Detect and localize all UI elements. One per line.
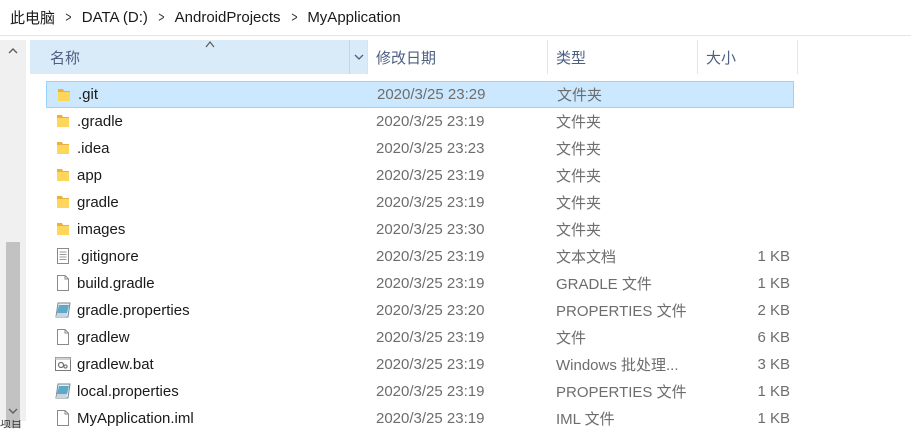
file-name: gradlew.bat bbox=[77, 356, 154, 373]
file-row[interactable]: .gitignore 2020/3/25 23:19 文本文档 1 KB bbox=[46, 243, 794, 270]
file-modified-date: 2020/3/25 23:19 bbox=[376, 113, 485, 130]
file-type: 文件夹 bbox=[557, 87, 603, 104]
breadcrumb-drive[interactable]: DATA (D:) bbox=[82, 9, 148, 26]
column-header: 名称 修改日期 类型 大小 bbox=[26, 40, 911, 74]
file-type: PROPERTIES 文件 bbox=[556, 384, 687, 401]
file-modified-date: 2020/3/25 23:30 bbox=[376, 221, 485, 238]
chevron-right-icon[interactable]: > bbox=[291, 9, 297, 26]
column-size-label: 大小 bbox=[706, 49, 737, 67]
file-type: PROPERTIES 文件 bbox=[556, 303, 687, 320]
file-type: 文件夹 bbox=[556, 222, 602, 239]
breadcrumb-my-application[interactable]: MyApplication bbox=[307, 9, 400, 26]
scroll-down-button[interactable] bbox=[0, 401, 26, 421]
breadcrumb-this-pc[interactable]: 此电脑 bbox=[10, 7, 55, 28]
properties-file-icon bbox=[54, 301, 72, 319]
column-header-size[interactable]: 大小 bbox=[698, 40, 798, 74]
file-row[interactable]: gradlew 2020/3/25 23:19 文件 6 KB bbox=[46, 324, 794, 351]
vertical-scrollbar[interactable] bbox=[0, 40, 26, 428]
file-name: .idea bbox=[77, 140, 110, 157]
folder-icon bbox=[54, 193, 72, 211]
file-type: IML 文件 bbox=[556, 411, 615, 428]
file-name: gradle bbox=[77, 194, 119, 211]
file-modified-date: 2020/3/25 23:19 bbox=[376, 167, 485, 184]
file-name: gradlew bbox=[77, 329, 130, 346]
file-type: 文件夹 bbox=[556, 141, 602, 158]
file-row[interactable]: app 2020/3/25 23:19 文件夹 bbox=[46, 162, 794, 189]
scroll-up-button[interactable] bbox=[0, 40, 26, 60]
file-type: 文件夹 bbox=[556, 168, 602, 185]
column-header-type[interactable]: 类型 bbox=[548, 40, 698, 74]
folder-icon bbox=[54, 112, 72, 130]
file-modified-date: 2020/3/25 23:19 bbox=[376, 410, 485, 427]
file-modified-date: 2020/3/25 23:23 bbox=[376, 140, 485, 157]
file-modified-date: 2020/3/25 23:19 bbox=[376, 329, 485, 346]
status-bar-fragment: 项目 bbox=[0, 420, 22, 429]
file-row[interactable]: gradle 2020/3/25 23:19 文件夹 bbox=[46, 189, 794, 216]
file-modified-date: 2020/3/25 23:19 bbox=[376, 194, 485, 211]
file-size: 1 KB bbox=[757, 248, 790, 265]
file-name: app bbox=[77, 167, 103, 184]
column-filter-dropdown[interactable] bbox=[349, 40, 367, 74]
file-row[interactable]: .git 2020/3/25 23:29 文件夹 bbox=[46, 81, 794, 108]
file-name: images bbox=[77, 221, 126, 238]
sort-ascending-icon bbox=[205, 40, 215, 48]
file-type: 文本文档 bbox=[556, 249, 617, 266]
file-name: .gradle bbox=[77, 113, 123, 130]
chevron-up-icon bbox=[8, 47, 18, 53]
folder-icon bbox=[55, 86, 73, 104]
chevron-down-icon bbox=[354, 54, 363, 60]
properties-file-icon bbox=[54, 382, 72, 400]
file-modified-date: 2020/3/25 23:29 bbox=[377, 86, 486, 103]
chevron-right-icon[interactable]: > bbox=[158, 9, 164, 26]
column-header-name[interactable]: 名称 bbox=[30, 40, 368, 74]
file-row[interactable]: build.gradle 2020/3/25 23:19 GRADLE 文件 1 KB bbox=[46, 270, 794, 297]
file-row[interactable]: local.properties 2020/3/25 23:19 PROPERTIE… bbox=[46, 378, 794, 405]
file-modified-date: 2020/3/25 23:19 bbox=[376, 356, 485, 373]
file-size: 6 KB bbox=[757, 329, 790, 346]
column-name-label: 名称 bbox=[50, 49, 81, 67]
folder-icon bbox=[54, 220, 72, 238]
text-file-icon bbox=[54, 247, 72, 265]
column-header-date[interactable]: 修改日期 bbox=[368, 40, 548, 74]
file-modified-date: 2020/3/25 23:20 bbox=[376, 302, 485, 319]
file-type: GRADLE 文件 bbox=[556, 276, 652, 293]
blank-file-icon bbox=[54, 274, 72, 292]
chevron-down-icon bbox=[8, 408, 18, 414]
file-size: 1 KB bbox=[757, 383, 790, 400]
file-name: build.gradle bbox=[77, 275, 155, 292]
blank-file-icon bbox=[54, 328, 72, 346]
file-row[interactable]: gradle.properties 2020/3/25 23:20 PROPERTI… bbox=[46, 297, 794, 324]
column-date-label: 修改日期 bbox=[376, 49, 437, 67]
file-name: .gitignore bbox=[77, 248, 139, 265]
file-name: gradle.properties bbox=[77, 302, 190, 319]
column-type-label: 类型 bbox=[556, 49, 587, 67]
file-name: local.properties bbox=[77, 383, 179, 400]
file-row[interactable]: .gradle 2020/3/25 23:19 文件夹 bbox=[46, 108, 794, 135]
blank-file-icon bbox=[54, 409, 72, 427]
chevron-right-icon[interactable]: > bbox=[65, 9, 71, 26]
file-name: .git bbox=[78, 86, 99, 103]
file-row[interactable]: images 2020/3/25 23:30 文件夹 bbox=[46, 216, 794, 243]
breadcrumb: 此电脑 > DATA (D:) > AndroidProjects > MyAp… bbox=[0, 0, 911, 36]
file-type: Windows 批处理... bbox=[556, 357, 679, 374]
file-row[interactable]: gradlew.bat 2020/3/25 23:19 Windows 批处理...… bbox=[46, 351, 794, 378]
file-size: 2 KB bbox=[757, 302, 790, 319]
file-modified-date: 2020/3/25 23:19 bbox=[376, 383, 485, 400]
file-row[interactable]: .idea 2020/3/25 23:23 文件夹 bbox=[46, 135, 794, 162]
file-modified-date: 2020/3/25 23:19 bbox=[376, 275, 485, 292]
file-name: MyApplication.iml bbox=[77, 410, 194, 427]
folder-icon bbox=[54, 139, 72, 157]
file-type: 文件夹 bbox=[556, 114, 602, 131]
file-size: 1 KB bbox=[757, 275, 790, 292]
file-size: 1 KB bbox=[757, 410, 790, 427]
file-row[interactable]: MyApplication.iml 2020/3/25 23:19 IML 文件 1 … bbox=[46, 405, 794, 429]
file-modified-date: 2020/3/25 23:19 bbox=[376, 248, 485, 265]
batch-file-icon bbox=[54, 355, 72, 373]
file-type: 文件夹 bbox=[556, 195, 602, 212]
folder-icon bbox=[54, 166, 72, 184]
file-type: 文件 bbox=[556, 330, 587, 347]
file-size: 3 KB bbox=[757, 356, 790, 373]
breadcrumb-android-projects[interactable]: AndroidProjects bbox=[175, 9, 281, 26]
